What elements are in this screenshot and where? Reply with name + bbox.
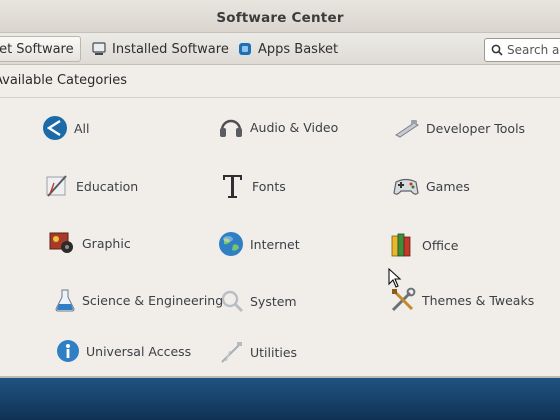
office-icon [391,233,411,257]
tools-icon [391,287,416,312]
category-label: Themes & Tweaks [422,292,535,308]
category-label: Utilities [250,344,298,360]
tab-apps-basket[interactable]: Apps Basket [232,36,344,62]
title-bar: Software Center [0,0,560,33]
headphones-icon [220,119,242,137]
category-label: System [250,293,297,309]
category-internet[interactable]: Internet [218,231,300,257]
universal-access-icon [57,340,79,362]
computer-icon [92,42,106,55]
graphic-icon [49,232,73,253]
category-fonts[interactable]: Fonts [220,172,286,200]
tab-installed-software[interactable]: Installed Software [86,36,235,62]
tab-installed-software-label: Installed Software [112,41,229,57]
magnifier-icon [221,290,244,313]
category-education[interactable]: Education [44,173,138,199]
category-themes-tweaks[interactable]: Themes & Tweaks [390,287,534,313]
category-label: Graphic [82,235,131,251]
search-placeholder: Search a [507,43,560,57]
search-icon [491,44,503,56]
window-title: Software Center [216,10,344,26]
category-science-engineering[interactable]: Science & Engineering [54,288,223,312]
category-label: All [74,120,90,136]
globe-icon [219,232,243,256]
divider [0,97,560,98]
toolbar: Get Software Installed Software Apps Bas… [0,33,560,65]
tab-get-software[interactable]: Get Software [0,36,81,62]
category-label: Education [76,178,139,194]
category-label: Science & Engineering [82,292,224,308]
category-system[interactable]: System [220,289,297,313]
category-developer-tools[interactable]: Developer Tools [394,118,525,138]
category-utilities[interactable]: Utilities [220,340,297,364]
category-audio-video[interactable]: Audio & Video [218,114,338,140]
search-input[interactable]: Search a [484,38,560,62]
fonts-icon [223,175,242,198]
category-label: Games [426,178,470,194]
category-label: Developer Tools [426,120,526,136]
category-label: Universal Access [86,343,192,359]
category-label: Internet [250,236,300,252]
category-office[interactable]: Office [390,231,459,259]
developer-tools-icon [395,120,419,138]
category-all[interactable]: All [42,115,90,141]
categories-heading: Available Categories [0,73,128,88]
category-label: Audio & Video [250,119,339,135]
education-icon [46,175,67,197]
tab-get-software-label: Get Software [0,41,74,57]
tab-apps-basket-label: Apps Basket [258,41,339,57]
flask-icon [55,289,75,312]
category-universal-access[interactable]: Universal Access [56,339,191,363]
all-icon [43,116,67,140]
category-graphic[interactable]: Graphic [48,230,131,256]
category-label: Fonts [252,178,286,194]
category-games[interactable]: Games [392,174,470,198]
software-center-window: Software Center Get Software Installed S… [0,0,560,378]
gamepad-icon [393,178,419,195]
apps-basket-icon [239,43,251,55]
category-label: Office [422,237,459,253]
mouse-cursor-icon [388,268,402,288]
utilities-icon [221,342,242,363]
